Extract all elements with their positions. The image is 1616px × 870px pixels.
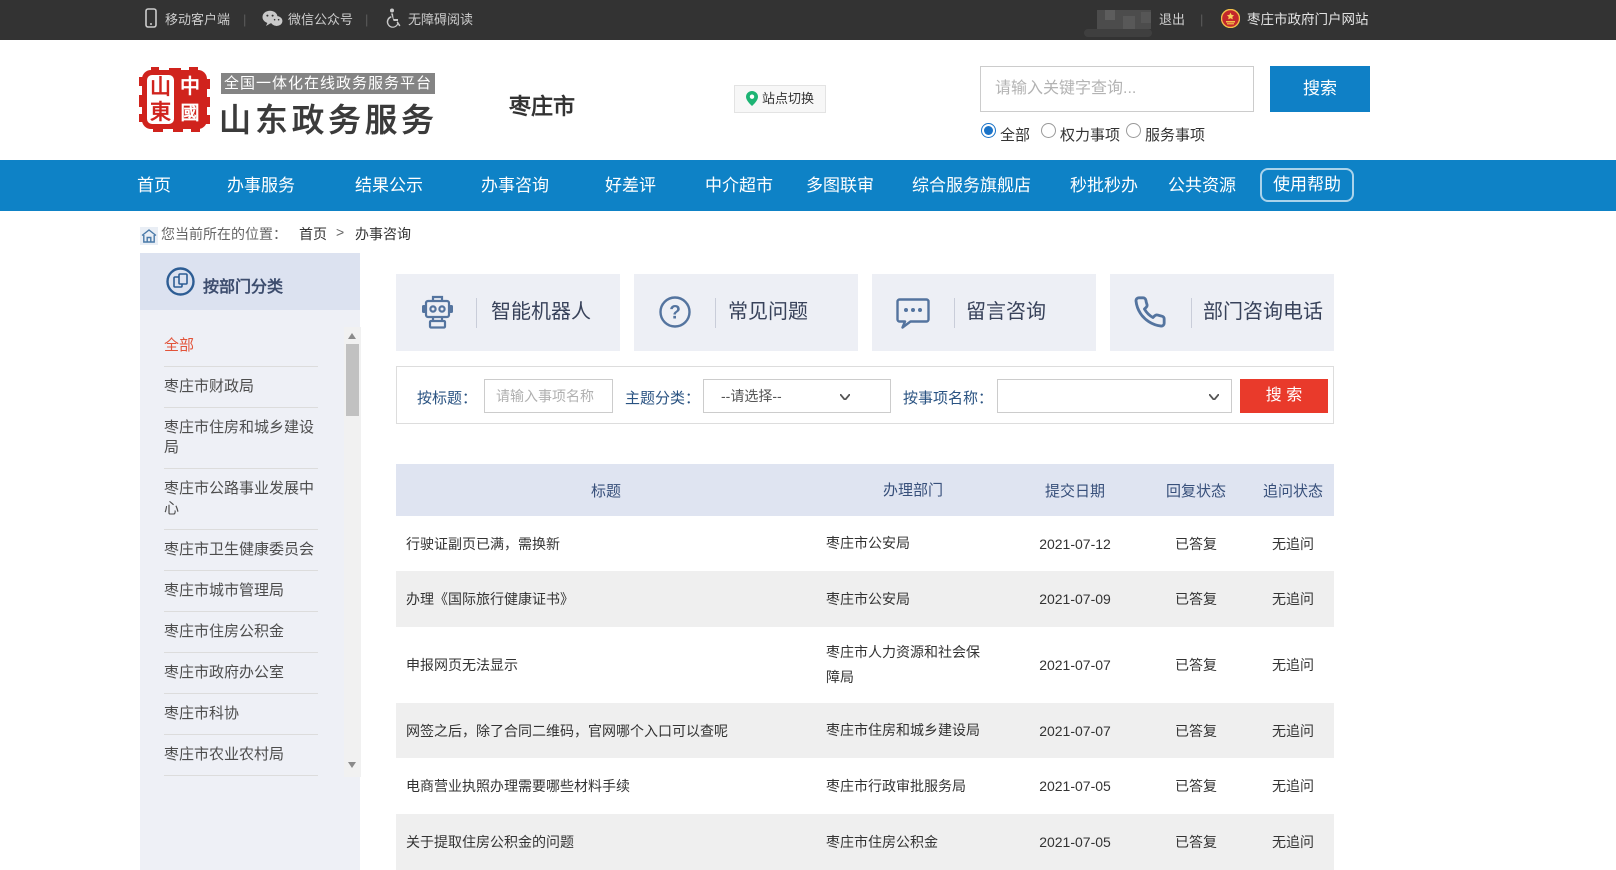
svg-text:中: 中	[180, 74, 200, 98]
svg-text:山: 山	[150, 75, 171, 99]
svg-text:東: 東	[150, 100, 171, 124]
svg-text:國: 國	[180, 102, 199, 124]
svg-text:?: ?	[669, 303, 681, 324]
